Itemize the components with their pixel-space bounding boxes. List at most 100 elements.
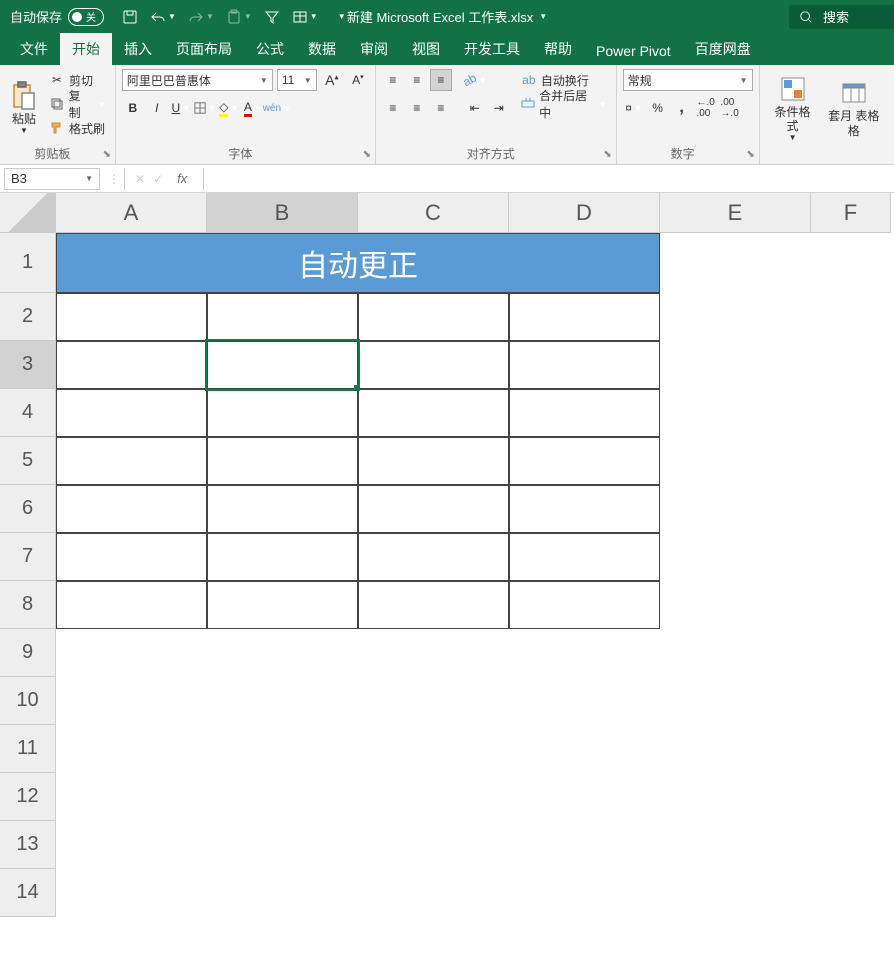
font-color-button[interactable]: A▼ <box>242 97 264 119</box>
enter-formula-button[interactable]: ✓ <box>153 172 163 186</box>
percent-button[interactable]: % <box>647 97 669 119</box>
cell-B4[interactable] <box>207 389 358 437</box>
undo-button[interactable]: ▼ <box>150 9 176 25</box>
customize-qat-button[interactable]: ▼ <box>336 12 346 21</box>
alignment-launcher[interactable]: ⬊ <box>602 149 614 161</box>
tab-dev[interactable]: 开发工具 <box>452 33 532 65</box>
column-header-A[interactable]: A <box>56 193 207 233</box>
currency-button[interactable]: ¤▼ <box>623 97 645 119</box>
cell-B3[interactable] <box>207 341 358 389</box>
row-header-13[interactable]: 13 <box>0 821 56 869</box>
tab-baidu[interactable]: 百度网盘 <box>683 33 763 65</box>
merged-cell-A1D1[interactable]: 自动更正 <box>56 233 660 293</box>
copy-button[interactable]: 复制▼ <box>46 93 109 115</box>
tab-help[interactable]: 帮助 <box>532 33 584 65</box>
tab-formula[interactable]: 公式 <box>244 33 296 65</box>
column-header-C[interactable]: C <box>358 193 509 233</box>
tab-file[interactable]: 文件 <box>8 33 60 65</box>
increase-decimal-button[interactable]: ←.0.00 <box>695 97 717 119</box>
orientation-button[interactable]: ab▼ <box>464 69 486 91</box>
cell-C7[interactable] <box>358 533 509 581</box>
selection-handle[interactable] <box>354 385 360 391</box>
cell-D5[interactable] <box>509 437 660 485</box>
cell-C3[interactable] <box>358 341 509 389</box>
row-header-6[interactable]: 6 <box>0 485 56 533</box>
decrease-indent-button[interactable]: ⇤ <box>464 97 486 119</box>
merge-center-button[interactable]: 合并后居中▼ <box>518 93 610 115</box>
row-header-9[interactable]: 9 <box>0 629 56 677</box>
cell-A4[interactable] <box>56 389 207 437</box>
fill-color-button[interactable]: ◇▼ <box>218 97 240 119</box>
align-top-button[interactable]: ≡ <box>382 69 404 91</box>
row-header-5[interactable]: 5 <box>0 437 56 485</box>
cell-A8[interactable] <box>56 581 207 629</box>
tab-data[interactable]: 数据 <box>296 33 348 65</box>
format-painter-button[interactable]: 格式刷 <box>46 117 109 139</box>
column-header-E[interactable]: E <box>660 193 811 233</box>
row-header-1[interactable]: 1 <box>0 233 56 293</box>
font-launcher[interactable]: ⬊ <box>361 149 373 161</box>
align-bottom-button[interactable]: ≡ <box>430 69 452 91</box>
cell-D4[interactable] <box>509 389 660 437</box>
column-header-B[interactable]: B <box>207 193 358 233</box>
cell-C4[interactable] <box>358 389 509 437</box>
align-left-button[interactable]: ≡ <box>382 97 404 119</box>
pinyin-button[interactable]: wén▼ <box>266 97 288 119</box>
cell-B5[interactable] <box>207 437 358 485</box>
cell-B6[interactable] <box>207 485 358 533</box>
cell-B2[interactable] <box>207 293 358 341</box>
cell-C6[interactable] <box>358 485 509 533</box>
cell-D7[interactable] <box>509 533 660 581</box>
paste-button[interactable]: 粘贴 ▼ <box>6 69 42 146</box>
cell-A2[interactable] <box>56 293 207 341</box>
select-all-corner[interactable] <box>0 193 56 233</box>
redo-button[interactable]: ▼ <box>188 9 214 25</box>
row-header-2[interactable]: 2 <box>0 293 56 341</box>
row-header-3[interactable]: 3 <box>0 341 56 389</box>
cell-D3[interactable] <box>509 341 660 389</box>
cancel-formula-button[interactable]: ✕ <box>135 172 145 186</box>
tab-insert[interactable]: 插入 <box>112 33 164 65</box>
autosave-toggle[interactable]: 关 <box>68 8 104 26</box>
font-name-dropdown[interactable]: 阿里巴巴普惠体▼ <box>122 69 273 91</box>
row-header-14[interactable]: 14 <box>0 869 56 917</box>
number-launcher[interactable]: ⬊ <box>745 149 757 161</box>
caret-down-icon[interactable]: ▼ <box>539 12 547 21</box>
tab-pivot[interactable]: Power Pivot <box>584 37 683 65</box>
align-middle-button[interactable]: ≡ <box>406 69 428 91</box>
tab-review[interactable]: 审阅 <box>348 33 400 65</box>
cell-C2[interactable] <box>358 293 509 341</box>
cell-C8[interactable] <box>358 581 509 629</box>
table-format-button[interactable]: 套月 表格格 <box>819 69 888 146</box>
align-center-button[interactable]: ≡ <box>406 97 428 119</box>
clipboard-qat-button[interactable]: ▼ <box>226 9 252 25</box>
cell-B8[interactable] <box>207 581 358 629</box>
column-header-D[interactable]: D <box>509 193 660 233</box>
decrease-decimal-button[interactable]: .00→.0 <box>719 97 741 119</box>
save-button[interactable] <box>122 9 138 25</box>
italic-button[interactable]: I <box>146 97 168 119</box>
cell-A6[interactable] <box>56 485 207 533</box>
cell-C5[interactable] <box>358 437 509 485</box>
column-header-F[interactable]: F <box>811 193 891 233</box>
row-header-12[interactable]: 12 <box>0 773 56 821</box>
clipboard-launcher[interactable]: ⬊ <box>101 149 113 161</box>
borders-button[interactable]: ▼ <box>194 97 216 119</box>
bold-button[interactable]: B <box>122 97 144 119</box>
cell-A3[interactable] <box>56 341 207 389</box>
font-size-dropdown[interactable]: 11▼ <box>277 69 317 91</box>
tab-view[interactable]: 视图 <box>400 33 452 65</box>
cell-B7[interactable] <box>207 533 358 581</box>
align-right-button[interactable]: ≡ <box>430 97 452 119</box>
row-header-10[interactable]: 10 <box>0 677 56 725</box>
cell-A5[interactable] <box>56 437 207 485</box>
comma-button[interactable]: , <box>671 97 693 119</box>
row-header-4[interactable]: 4 <box>0 389 56 437</box>
tab-home[interactable]: 开始 <box>60 33 112 65</box>
row-header-8[interactable]: 8 <box>0 581 56 629</box>
tab-layout[interactable]: 页面布局 <box>164 33 244 65</box>
number-format-dropdown[interactable]: 常规▼ <box>623 69 753 91</box>
insert-function-button[interactable]: fx <box>171 171 193 186</box>
row-header-11[interactable]: 11 <box>0 725 56 773</box>
decrease-font-button[interactable]: A▾ <box>347 69 369 91</box>
